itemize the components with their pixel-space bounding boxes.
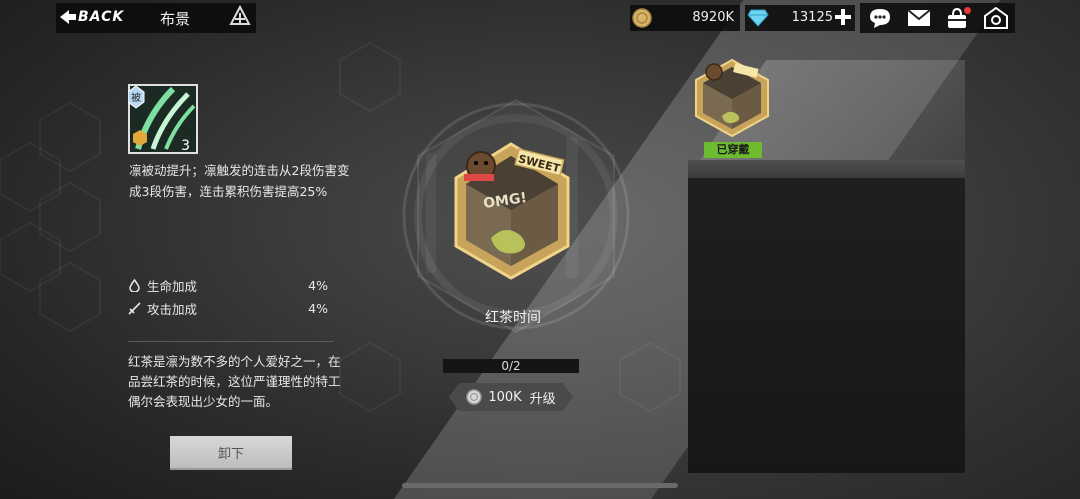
upgrade-cost: 100K	[488, 389, 522, 405]
unequip-button[interactable]: 卸下	[170, 436, 292, 468]
sword-icon	[128, 301, 141, 315]
back-label: BACK	[78, 9, 125, 25]
upgrade-button[interactable]: 100K 升级	[449, 383, 573, 411]
notification-dot	[964, 7, 971, 14]
stat-row-hp: 生命加成 4%	[128, 275, 328, 295]
back-arrow-icon	[60, 10, 76, 24]
add-gems-plus-icon[interactable]	[833, 7, 853, 27]
chat-icon[interactable]	[868, 7, 892, 29]
item-lore-text: 红茶是凛为数不多的个人爱好之一，在品尝红茶的时候，这位严谨理性的特工偶尔会表现出…	[128, 354, 341, 409]
coin-icon	[466, 389, 482, 405]
scenery-item-showcase[interactable]: OMG! SWEET	[396, 98, 636, 338]
equipped-badge: 已穿戴	[704, 142, 762, 158]
settings-home-icon[interactable]	[984, 7, 1008, 29]
upgrade-label: 升级	[529, 391, 556, 407]
gem-counter: 13125	[745, 5, 855, 31]
skill-description: 凛被动提升；凛触发的连击从2段伤害变成3段伤害，连击累积伤害提高25%	[129, 163, 350, 199]
passive-badge: 被	[131, 91, 141, 104]
stat-row-attack: 攻击加成 4%	[128, 298, 328, 318]
equipped-scenery-thumbnail[interactable]	[694, 58, 770, 138]
diamond-icon	[747, 9, 769, 27]
shelf-panel	[688, 178, 965, 473]
mail-icon[interactable]	[907, 7, 931, 29]
passive-skill-icon[interactable]: 被 3	[128, 84, 198, 154]
item-name: 红茶时间	[485, 310, 541, 326]
stat-label: 攻击加成	[147, 301, 198, 317]
upgrade-progress-text: 0/2	[501, 359, 521, 373]
coin-counter: 8920K	[630, 5, 740, 31]
coin-icon	[632, 8, 652, 28]
scrollbar[interactable]	[402, 483, 678, 488]
back-button[interactable]: BACK	[60, 6, 132, 28]
stat-value: 4%	[308, 277, 328, 293]
stat-label: 生命加成	[147, 278, 198, 294]
skill-level: 3	[181, 138, 190, 154]
hierarchy-icon[interactable]	[229, 5, 251, 27]
coin-amount: 8920K	[692, 10, 734, 25]
page-title: 布景	[160, 10, 191, 28]
gem-amount: 13125	[791, 10, 833, 25]
droplet-icon	[129, 278, 140, 292]
divider	[128, 341, 334, 342]
shelf-top	[688, 160, 965, 178]
stat-value: 4%	[308, 300, 328, 316]
